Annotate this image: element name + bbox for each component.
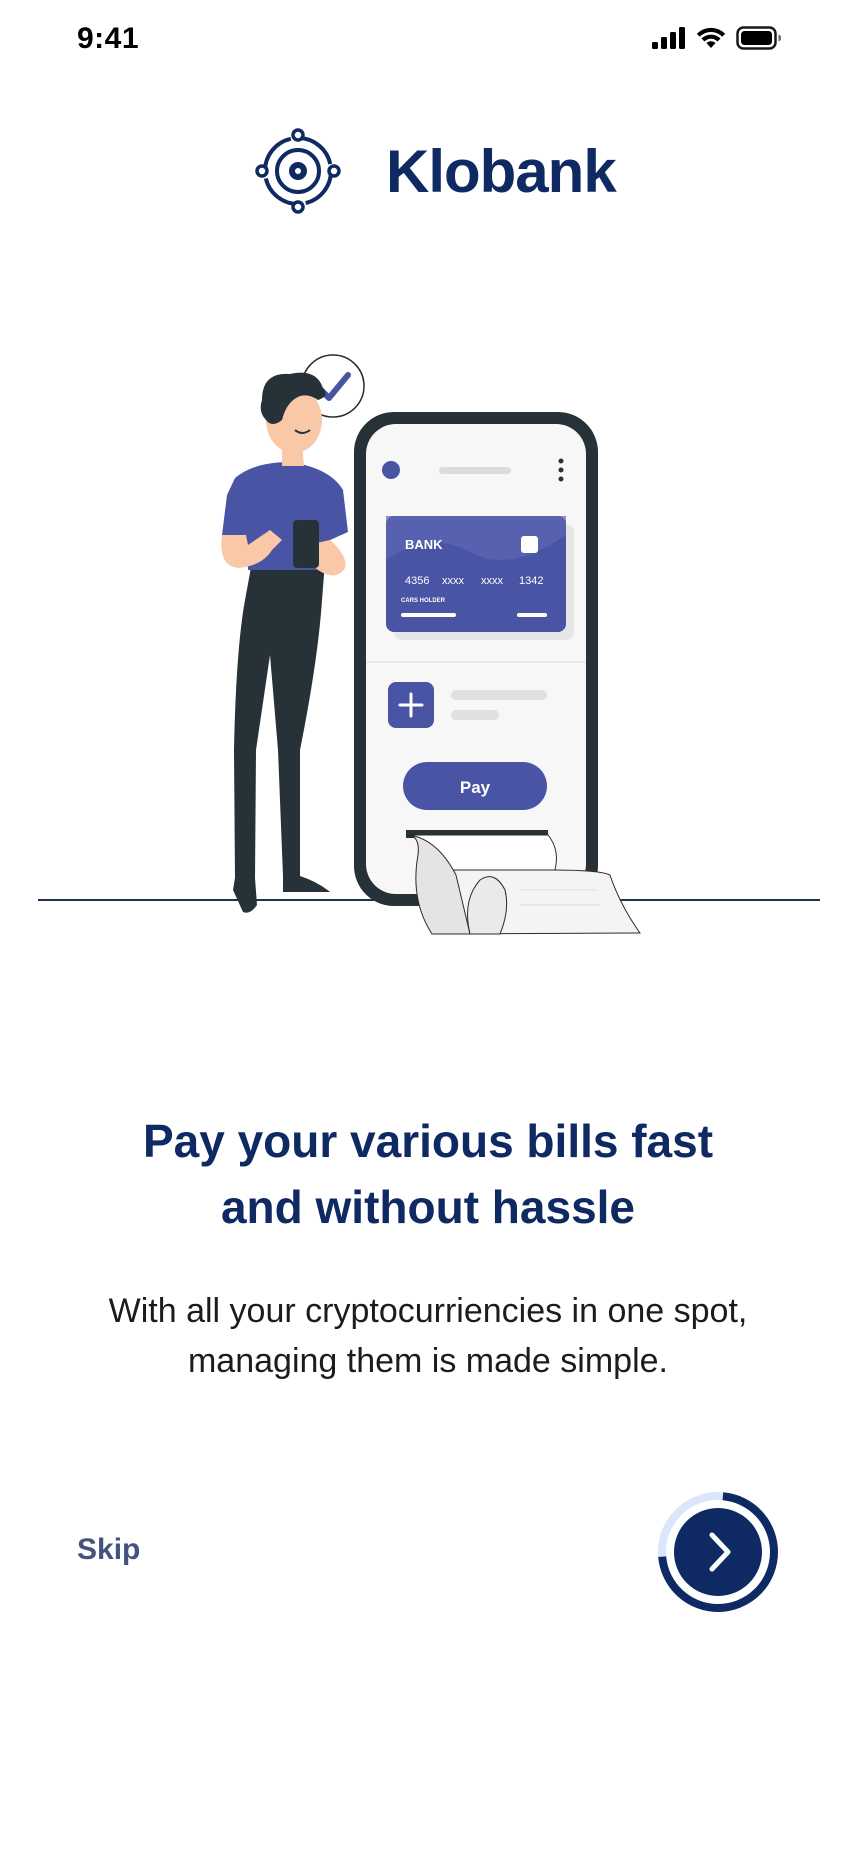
next-button[interactable]: [656, 1490, 780, 1614]
card-number-4: 1342: [519, 575, 543, 587]
description-line-2: managing them is made simple.: [187, 1342, 668, 1380]
description-line-1: With all your cryptocurriencies in one s…: [108, 1292, 748, 1330]
onboarding-headline: Pay your various bills fast and without …: [80, 1108, 776, 1240]
status-icons: [652, 26, 782, 50]
card-number-1: 4356: [405, 575, 429, 587]
card-number-2: xxxx: [442, 575, 465, 587]
skip-button[interactable]: Skip: [77, 1533, 140, 1567]
onboarding-progress-ring: [658, 1492, 778, 1612]
bank-card: BANK 4356 xxxx xxxx 1342 CARS HOLDER: [386, 516, 566, 632]
pay-button-label: Pay: [460, 778, 491, 797]
person-figure: [221, 372, 348, 913]
headline-line-1: Pay your various bills fast: [142, 1115, 714, 1167]
card-bank-label: BANK: [405, 537, 443, 552]
brand-name: Klobank: [386, 137, 617, 205]
phone-mockup: BANK 4356 xxxx xxxx 1342 CARS HOLDER Pay: [354, 412, 598, 906]
battery-icon: [736, 26, 781, 50]
card-number-3: xxxx: [481, 575, 504, 587]
card-holder-label: CARS HOLDER: [401, 598, 446, 604]
orbit-logo-icon: [255, 128, 341, 214]
receipt-paper: [409, 834, 641, 935]
cellular-signal-icon: [652, 27, 685, 49]
status-bar: 9:41: [0, 0, 856, 80]
payment-illustration: BANK 4356 xxxx xxxx 1342 CARS HOLDER Pay: [38, 354, 820, 935]
brand-logo: Klobank: [252, 125, 617, 217]
headline-line-2: and without hassle: [220, 1181, 636, 1233]
status-time: 9:41: [77, 22, 140, 55]
wifi-icon: [696, 27, 726, 48]
onboarding-description: With all your cryptocurriencies in one s…: [70, 1286, 786, 1386]
